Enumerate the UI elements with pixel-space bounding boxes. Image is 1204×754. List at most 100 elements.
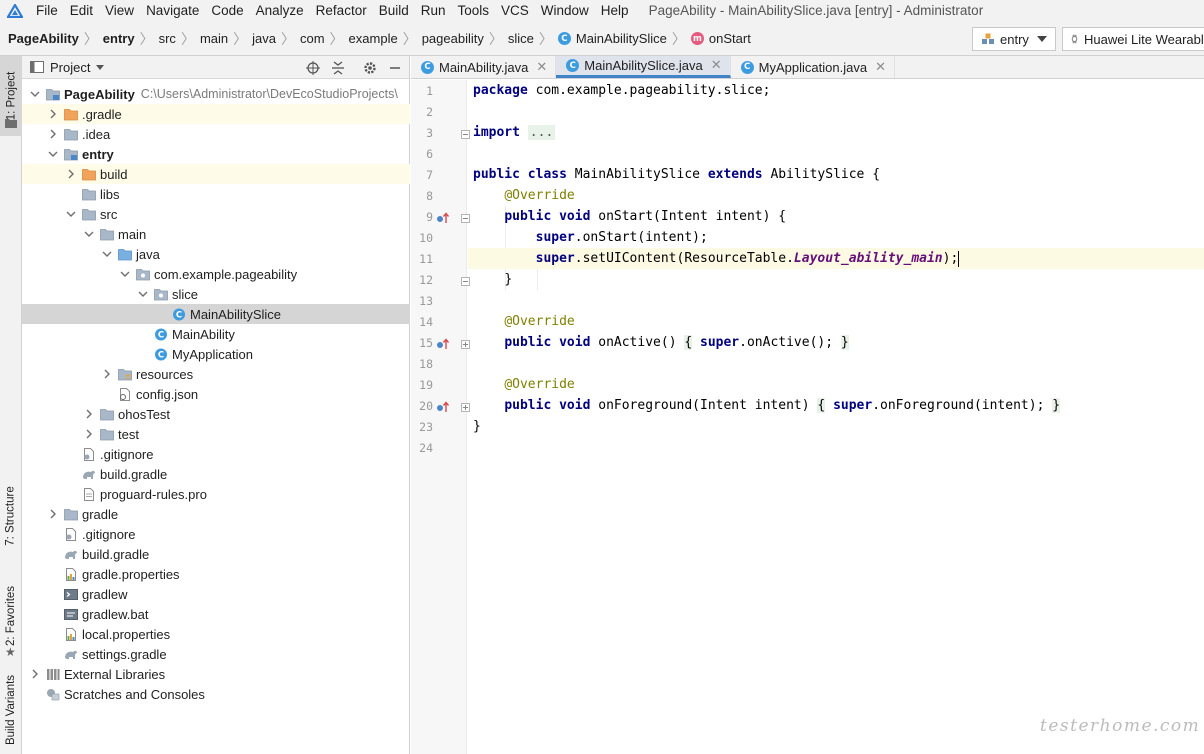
tree-item[interactable]: .gitignore bbox=[22, 524, 410, 544]
tree-item[interactable]: PageAbility C:\Users\Administrator\DevEco… bbox=[22, 84, 410, 104]
menu-file[interactable]: File bbox=[30, 0, 64, 22]
menu-edit[interactable]: Edit bbox=[64, 0, 99, 22]
tree-item[interactable]: .gitignore bbox=[22, 444, 410, 464]
menu-tools[interactable]: Tools bbox=[452, 0, 496, 22]
tree-item-label: resources bbox=[136, 366, 194, 382]
chevron-right-icon[interactable] bbox=[102, 369, 112, 379]
collapse-all-icon[interactable] bbox=[329, 59, 346, 76]
close-icon[interactable]: ✕ bbox=[711, 58, 722, 73]
tree-item[interactable]: External Libraries bbox=[22, 664, 410, 684]
chevron-right-icon[interactable] bbox=[30, 669, 40, 679]
line-number: 12 bbox=[419, 273, 433, 287]
tree-item[interactable]: C MainAbility bbox=[22, 324, 410, 344]
override-marker-icon[interactable] bbox=[436, 211, 450, 225]
device-select[interactable]: Huawei Lite Wearable bbox=[1062, 27, 1204, 51]
chevron-down-icon[interactable] bbox=[30, 89, 40, 99]
script-file-icon bbox=[64, 588, 78, 601]
close-icon[interactable]: ✕ bbox=[536, 60, 547, 75]
menu-refactor[interactable]: Refactor bbox=[310, 0, 373, 22]
tree-item[interactable]: entry bbox=[22, 144, 410, 164]
tree-item[interactable]: C MyApplication bbox=[22, 344, 410, 364]
crumb-module[interactable]: entry bbox=[101, 31, 137, 46]
crumb-method[interactable]: m onStart bbox=[689, 31, 753, 46]
project-panel-title[interactable]: Project bbox=[50, 60, 90, 75]
tree-item[interactable]: .gradle bbox=[22, 104, 410, 124]
tree-item[interactable]: ohosTest bbox=[22, 404, 410, 424]
tree-item[interactable]: gradlew bbox=[22, 584, 410, 604]
override-marker-icon[interactable] bbox=[436, 337, 450, 351]
run-configuration-select[interactable]: entry bbox=[972, 27, 1056, 51]
crumb-src[interactable]: src bbox=[157, 31, 178, 46]
crumb-java[interactable]: java bbox=[250, 31, 278, 46]
code-editor[interactable]: package com.example.pageability.slice; i… bbox=[468, 80, 1204, 754]
crumb-project[interactable]: PageAbility bbox=[6, 31, 81, 46]
locate-icon[interactable] bbox=[304, 59, 321, 76]
tree-item[interactable]: Scratches and Consoles bbox=[22, 684, 410, 704]
menu-window[interactable]: Window bbox=[535, 0, 595, 22]
tree-item[interactable]: gradle bbox=[22, 504, 410, 524]
menu-analyze[interactable]: Analyze bbox=[250, 0, 310, 22]
folder-icon bbox=[100, 408, 114, 421]
chevron-right-icon[interactable] bbox=[48, 109, 58, 119]
chevron-right-icon[interactable] bbox=[84, 409, 94, 419]
tree-item[interactable]: build.gradle bbox=[22, 464, 410, 484]
menu-build[interactable]: Build bbox=[373, 0, 415, 22]
minimize-icon[interactable] bbox=[386, 59, 403, 76]
tree-item[interactable]: test bbox=[22, 424, 410, 444]
chevron-down-icon[interactable] bbox=[96, 64, 105, 70]
folder-icon bbox=[64, 508, 78, 521]
crumb-class[interactable]: C MainAbilitySlice bbox=[556, 31, 669, 46]
tree-item[interactable]: com.example.pageability bbox=[22, 264, 410, 284]
tool-window-build-variants[interactable]: Build Variants bbox=[0, 666, 22, 754]
chevron-right-icon[interactable] bbox=[84, 429, 94, 439]
gear-icon[interactable] bbox=[361, 59, 378, 76]
chevron-down-icon[interactable] bbox=[102, 249, 112, 259]
crumb-pageability[interactable]: pageability bbox=[420, 31, 486, 46]
override-marker-icon[interactable] bbox=[436, 400, 450, 414]
tree-item[interactable]: settings.gradle bbox=[22, 644, 410, 664]
tree-item[interactable]: src bbox=[22, 204, 410, 224]
tree-item[interactable]: local.properties bbox=[22, 624, 410, 644]
menu-run[interactable]: Run bbox=[415, 0, 452, 22]
menu-view[interactable]: View bbox=[99, 0, 140, 22]
watch-icon bbox=[1071, 34, 1078, 44]
tree-item[interactable]: proguard-rules.pro bbox=[22, 484, 410, 504]
tree-item[interactable]: java bbox=[22, 244, 410, 264]
tree-item[interactable]: slice bbox=[22, 284, 410, 304]
chevron-down-icon[interactable] bbox=[138, 289, 148, 299]
tree-item[interactable]: gradlew.bat bbox=[22, 604, 410, 624]
tab-main-ability[interactable]: C MainAbility.java ✕ bbox=[411, 56, 557, 78]
chevron-right-icon[interactable] bbox=[66, 169, 76, 179]
crumb-com[interactable]: com bbox=[298, 31, 327, 46]
tree-item[interactable]: main bbox=[22, 224, 410, 244]
chevron-down-icon[interactable] bbox=[66, 209, 76, 219]
chevron-down-icon[interactable] bbox=[84, 229, 94, 239]
tree-item[interactable]: build.gradle bbox=[22, 544, 410, 564]
tool-window-favorites[interactable]: 2: Favorites bbox=[0, 576, 22, 656]
tree-item[interactable]: resources bbox=[22, 364, 410, 384]
crumb-slice[interactable]: slice bbox=[506, 31, 536, 46]
chevron-down-icon[interactable] bbox=[120, 269, 130, 279]
tool-window-structure[interactable]: 7: Structure bbox=[0, 471, 22, 561]
tree-item[interactable]: libs bbox=[22, 184, 410, 204]
tree-item[interactable]: gradle.properties bbox=[22, 564, 410, 584]
chevron-right-icon[interactable] bbox=[48, 509, 58, 519]
tree-item[interactable]: C MainAbilitySlice bbox=[22, 304, 410, 324]
crumb-example[interactable]: example bbox=[347, 31, 400, 46]
menu-code[interactable]: Code bbox=[205, 0, 249, 22]
folded-imports[interactable]: ... bbox=[527, 125, 556, 140]
editor-gutter[interactable]: 1 2 3 6 7 8 9 10 11 12 13 14 15 18 19 20… bbox=[411, 80, 470, 754]
tab-my-application[interactable]: C MyApplication.java ✕ bbox=[731, 56, 895, 78]
menu-vcs[interactable]: VCS bbox=[495, 0, 535, 22]
tree-item[interactable]: config.json bbox=[22, 384, 410, 404]
tree-item[interactable]: build bbox=[22, 164, 410, 184]
menu-help[interactable]: Help bbox=[595, 0, 635, 22]
crumb-main[interactable]: main bbox=[198, 31, 230, 46]
tree-item[interactable]: .idea bbox=[22, 124, 410, 144]
menu-navigate[interactable]: Navigate bbox=[140, 0, 205, 22]
close-icon[interactable]: ✕ bbox=[875, 60, 886, 75]
chevron-right-icon[interactable] bbox=[48, 129, 58, 139]
chevron-down-icon[interactable] bbox=[48, 149, 58, 159]
tree-item-label: .gitignore bbox=[100, 446, 154, 462]
tab-main-ability-slice[interactable]: C MainAbilitySlice.java ✕ bbox=[556, 56, 731, 78]
